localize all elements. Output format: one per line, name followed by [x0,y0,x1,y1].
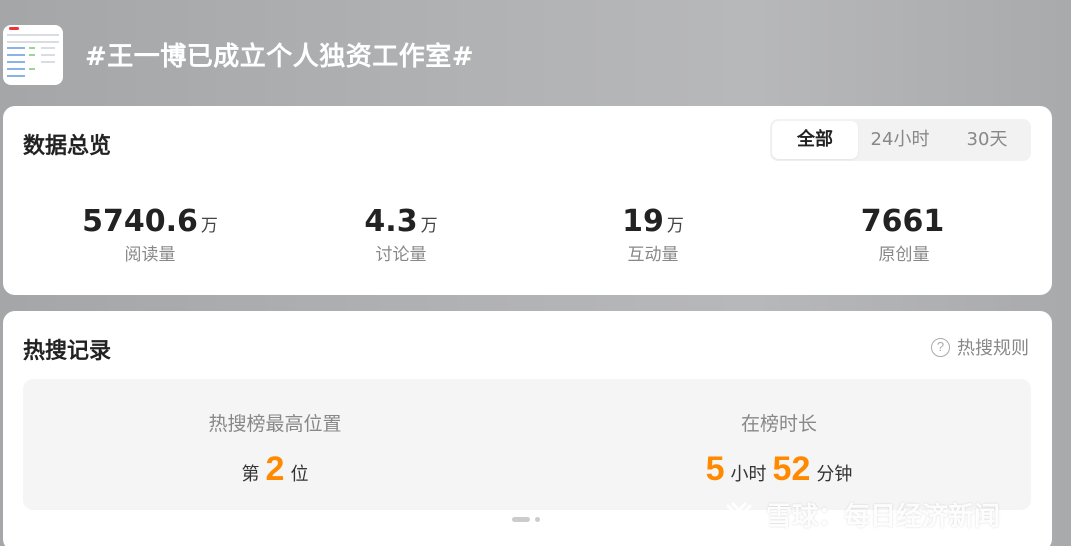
stat-value: 7661 [860,204,945,239]
overview-title: 数据总览 [23,134,112,159]
stat-discussions: 4.3 万 讨论量 [281,204,521,266]
time-range-tabs: 全部 24小时 30天 [770,119,1031,161]
duration-hours: 5 [705,450,725,488]
hot-search-stats-panel: 热搜榜最高位置 第2位 在榜时长 5 小时 52 分钟 [23,379,1031,510]
pager-dot[interactable] [535,517,540,522]
position-value: 2 [265,450,285,488]
topic-title: #王一博已成立个人独资工作室# [85,42,475,72]
spreadsheet-thumbnail-icon [3,25,63,85]
topic-header: #王一博已成立个人独资工作室# [0,0,1071,100]
tab-24h[interactable]: 24小时 [860,121,940,159]
stat-value: 19 [622,204,664,239]
hours-unit: 小时 [730,464,767,485]
pager-dot-active[interactable] [512,517,530,522]
data-overview-card: 数据总览 全部 24小时 30天 5740.6 万 阅读量 4.3 万 讨论量 19… [3,106,1052,295]
stat-value: 5740.6 [82,204,198,239]
watermark-text: 雪球：每日经济新闻 [766,502,1001,532]
stat-value: 4.3 [364,204,418,239]
highest-position-block: 热搜榜最高位置 第2位 [23,409,527,489]
highest-position-label: 热搜榜最高位置 [208,413,342,435]
snowball-logo-icon [726,502,752,527]
tab-all[interactable]: 全部 [772,121,858,159]
hot-search-rules-link[interactable]: ? 热搜规则 [931,334,1029,360]
hot-search-title: 热搜记录 [23,339,112,364]
stat-interactions: 19 万 互动量 [533,204,773,266]
watermark: 雪球：每日经济新闻 [722,496,1000,533]
stat-label: 阅读量 [124,245,176,265]
duration-label: 在榜时长 [740,413,817,435]
stat-label: 互动量 [627,245,679,265]
stat-unit: 万 [420,216,438,236]
stat-unit: 万 [666,216,684,236]
minutes-unit: 分钟 [816,464,853,485]
rules-label: 热搜规则 [957,338,1029,359]
stat-label: 讨论量 [375,245,427,265]
stat-unit: 万 [200,216,218,236]
tab-30d[interactable]: 30天 [947,121,1027,159]
duration-block: 在榜时长 5 小时 52 分钟 [527,409,1031,489]
position-prefix: 第 [241,464,260,485]
question-circle-icon: ? [931,337,950,357]
duration-minutes: 52 [772,450,811,488]
stat-label: 原创量 [878,245,930,265]
stat-reads: 5740.6 万 阅读量 [30,204,270,266]
stat-originals: 7661 原创量 [784,204,1024,266]
position-suffix: 位 [290,464,309,485]
